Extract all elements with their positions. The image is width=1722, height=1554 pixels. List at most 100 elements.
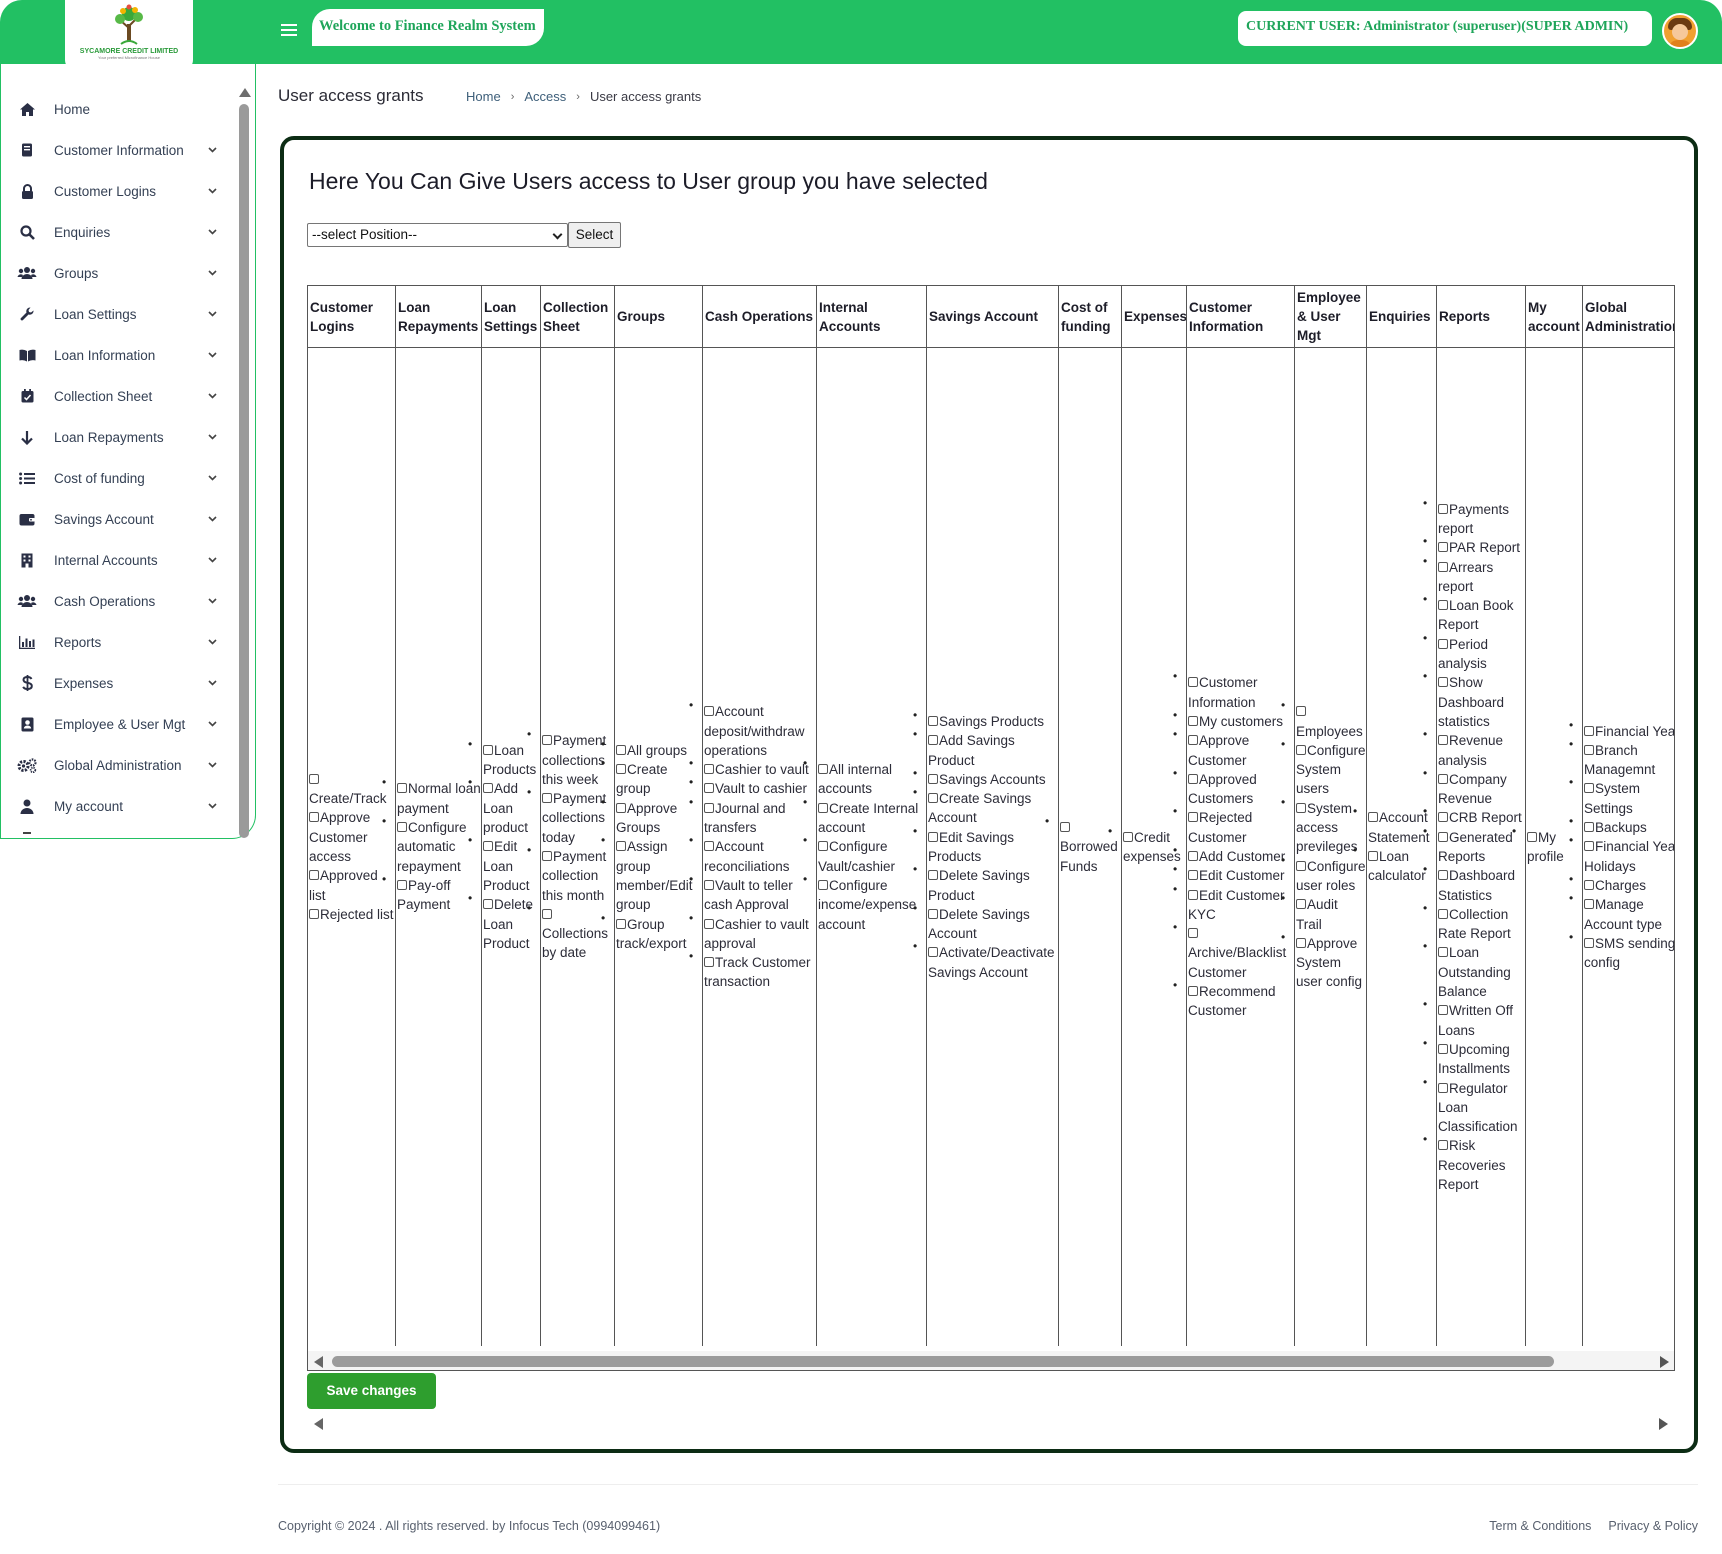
permission-checkbox[interactable] — [1527, 831, 1537, 842]
sidebar-item-expenses[interactable]: Expenses — [17, 668, 217, 698]
sidebar-item-cost-of-funding[interactable]: Cost of funding — [17, 463, 217, 493]
permission-checkbox[interactable] — [309, 773, 319, 784]
permission-checkbox[interactable] — [1296, 899, 1306, 910]
permission-checkbox[interactable] — [1188, 870, 1198, 881]
chevron-down-icon[interactable] — [207, 227, 217, 237]
permission-checkbox[interactable] — [1123, 831, 1133, 842]
permission-checkbox[interactable] — [1368, 812, 1378, 823]
permission-checkbox[interactable] — [704, 764, 714, 775]
permission-checkbox[interactable] — [1438, 677, 1448, 688]
sidebar-item-customer-information[interactable]: Customer Information — [17, 135, 217, 165]
permission-checkbox[interactable] — [704, 918, 714, 929]
sidebar-item-loan-settings[interactable]: Loan Settings — [17, 299, 217, 329]
permission-checkbox[interactable] — [1584, 937, 1594, 948]
permission-checkbox[interactable] — [1438, 1140, 1448, 1151]
permission-checkbox[interactable] — [1584, 783, 1594, 794]
permission-checkbox[interactable] — [1438, 831, 1448, 842]
permission-checkbox[interactable] — [483, 783, 493, 794]
permission-checkbox[interactable] — [1188, 928, 1198, 939]
chevron-down-icon[interactable] — [207, 637, 217, 647]
permission-checkbox[interactable] — [704, 802, 714, 813]
permission-checkbox[interactable] — [1296, 706, 1306, 717]
permission-checkbox[interactable] — [1438, 947, 1448, 958]
permission-checkbox[interactable] — [928, 831, 938, 842]
permission-checkbox[interactable] — [1438, 908, 1448, 919]
permission-checkbox[interactable] — [1188, 851, 1198, 861]
menu-toggle-icon[interactable] — [281, 24, 297, 39]
chevron-down-icon[interactable] — [207, 473, 217, 483]
privacy-link[interactable]: Privacy & Policy — [1608, 1519, 1698, 1533]
sidebar-item-reports[interactable]: Reports — [17, 627, 217, 657]
permission-checkbox[interactable] — [928, 870, 938, 881]
scroll-up-arrow-icon[interactable] — [239, 88, 251, 97]
permission-checkbox[interactable] — [1188, 735, 1198, 746]
permission-checkbox[interactable] — [1438, 1005, 1448, 1016]
permission-checkbox[interactable] — [818, 764, 828, 775]
sidebar-item-my-account[interactable]: My account — [17, 791, 217, 821]
permission-checkbox[interactable] — [1438, 1043, 1448, 1054]
permission-checkbox[interactable] — [309, 908, 319, 919]
permission-checkbox[interactable] — [1296, 860, 1306, 871]
permission-checkbox[interactable] — [397, 879, 407, 890]
permission-checkbox[interactable] — [1438, 600, 1448, 611]
permission-checkbox[interactable] — [542, 735, 552, 746]
permission-checkbox[interactable] — [1188, 715, 1198, 726]
chevron-down-icon[interactable] — [207, 760, 217, 770]
permission-checkbox[interactable] — [1188, 677, 1198, 688]
permission-checkbox[interactable] — [1296, 802, 1306, 813]
chevron-down-icon[interactable] — [207, 391, 217, 401]
permission-checkbox[interactable] — [928, 773, 938, 784]
breadcrumb-access[interactable]: Access — [524, 89, 566, 104]
permission-checkbox[interactable] — [1438, 542, 1448, 553]
permission-checkbox[interactable] — [704, 783, 714, 794]
permission-checkbox[interactable] — [1188, 812, 1198, 823]
sidebar-item-customer-logins[interactable]: Customer Logins — [17, 176, 217, 206]
permission-checkbox[interactable] — [542, 793, 552, 804]
permission-checkbox[interactable] — [1296, 937, 1306, 948]
permission-checkbox[interactable] — [616, 744, 626, 755]
permission-checkbox[interactable] — [1188, 889, 1198, 900]
chevron-down-icon[interactable] — [207, 801, 217, 811]
permission-checkbox[interactable] — [818, 879, 828, 890]
permission-checkbox[interactable] — [818, 841, 828, 852]
permission-checkbox[interactable] — [1060, 822, 1070, 833]
permission-checkbox[interactable] — [1438, 735, 1448, 746]
chevron-down-icon[interactable] — [207, 186, 217, 196]
permission-checkbox[interactable] — [928, 947, 938, 958]
permission-checkbox[interactable] — [1584, 879, 1594, 890]
sidebar-scrollbar[interactable] — [238, 88, 251, 838]
table-scroll-thumb[interactable] — [332, 1356, 1554, 1367]
permission-checkbox[interactable] — [1584, 899, 1594, 910]
permission-checkbox[interactable] — [928, 715, 938, 726]
permission-checkbox[interactable] — [1438, 638, 1448, 649]
sidebar-item-loan-information[interactable]: Loan Information — [17, 340, 217, 370]
select-button[interactable]: Select — [568, 222, 621, 248]
permission-checkbox[interactable] — [1438, 503, 1448, 514]
permission-checkbox[interactable] — [483, 744, 493, 755]
permission-checkbox[interactable] — [616, 841, 626, 852]
permission-checkbox[interactable] — [928, 793, 938, 804]
permission-checkbox[interactable] — [1188, 773, 1198, 784]
permission-checkbox[interactable] — [616, 918, 626, 929]
position-select[interactable]: --select Position-- — [307, 223, 568, 247]
chevron-down-icon[interactable] — [207, 596, 217, 606]
permission-checkbox[interactable] — [1438, 812, 1448, 823]
user-avatar[interactable] — [1662, 13, 1698, 49]
scroll-left-arrow-icon[interactable] — [314, 1356, 323, 1368]
company-logo[interactable]: SYCAMORE CREDIT LIMITED Your preferred M… — [65, 0, 193, 70]
chevron-down-icon[interactable] — [207, 350, 217, 360]
sidebar-item-loan-repayments[interactable]: Loan Repayments — [17, 422, 217, 452]
permission-checkbox[interactable] — [1584, 744, 1594, 755]
permission-checkbox[interactable] — [704, 879, 714, 890]
sidebar-item-collection-sheet[interactable]: Collection Sheet — [17, 381, 217, 411]
chevron-down-icon[interactable] — [207, 432, 217, 442]
sidebar-item-home[interactable]: Home — [17, 94, 217, 124]
permission-checkbox[interactable] — [483, 899, 493, 910]
sidebar-item-internal-accounts[interactable]: Internal Accounts — [17, 545, 217, 575]
save-changes-button[interactable]: Save changes — [307, 1373, 436, 1409]
permission-checkbox[interactable] — [542, 851, 552, 861]
permission-checkbox[interactable] — [397, 822, 407, 833]
permission-checkbox[interactable] — [1438, 870, 1448, 881]
breadcrumb-home[interactable]: Home — [466, 89, 501, 104]
permission-checkbox[interactable] — [1296, 744, 1306, 755]
